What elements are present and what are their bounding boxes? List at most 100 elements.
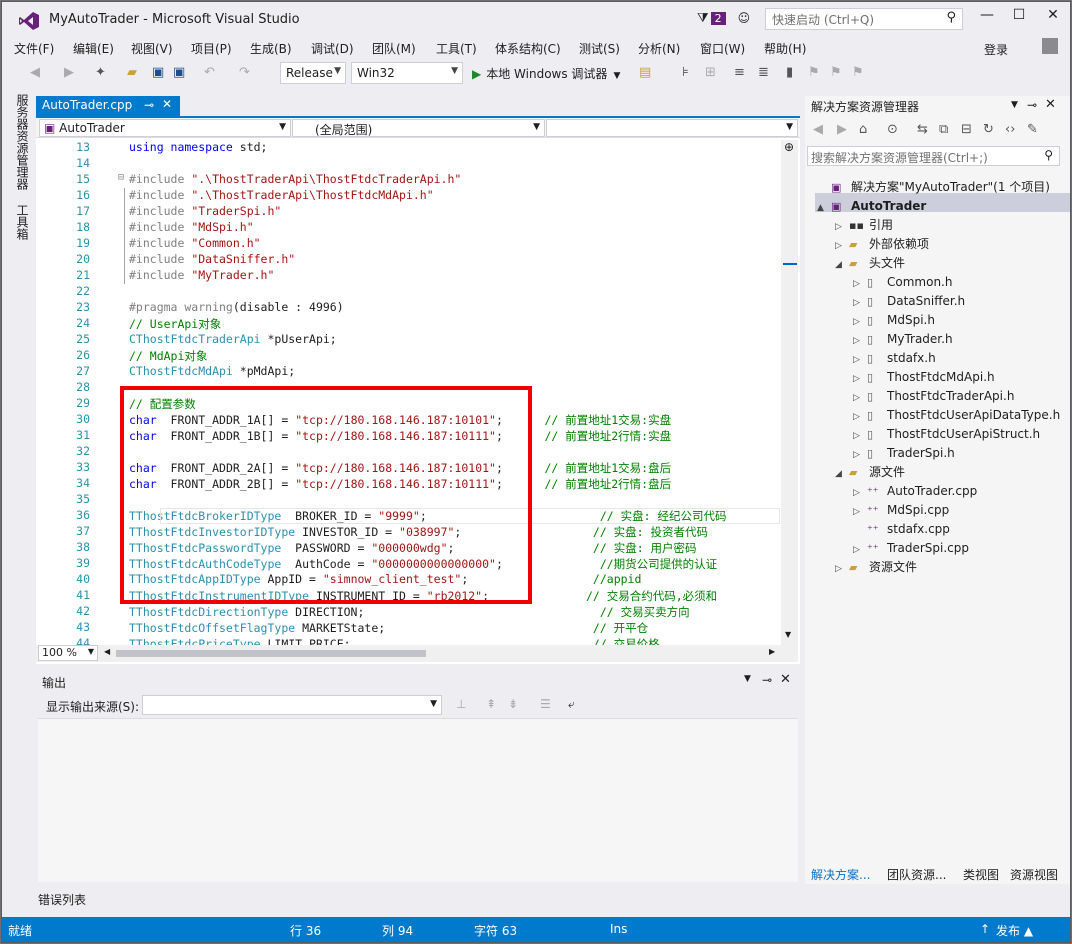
outline-icon[interactable]: ⊞ [705, 65, 716, 80]
tab-error-list[interactable]: 错误列表 [38, 891, 86, 908]
avatar[interactable] [1042, 38, 1058, 54]
menu-analyze[interactable]: 分析(N) [638, 40, 680, 57]
prev-bookmark-icon[interactable]: ⚑ [808, 65, 820, 80]
collapse-region-icon[interactable]: ⊟ [118, 172, 124, 183]
history-icon[interactable]: ⊙ [887, 122, 898, 137]
scroll-right-icon[interactable]: ▶ [769, 647, 775, 656]
code-line[interactable]: 27 CThostFtdcMdApi *pMdApi; [36, 364, 781, 380]
sign-in-link[interactable]: 登录 [984, 41, 1008, 58]
indent-icon[interactable]: ≡ [734, 65, 745, 80]
minimize-button[interactable]: — [970, 7, 1004, 29]
clear-bookmarks-icon[interactable]: ⚑ [852, 65, 864, 80]
home-icon[interactable]: ⌂ [859, 122, 867, 137]
code-line[interactable]: 16 #include ".\ThostTraderApi\ThostFtdcMd… [36, 188, 781, 204]
code-line[interactable]: 17 #include "TraderSpi.h" [36, 204, 781, 220]
code-line[interactable]: 20 #include "DataSniffer.h" [36, 252, 781, 268]
menu-help[interactable]: 帮助(H) [764, 40, 806, 57]
code-line[interactable]: 25 CThostFtdcTraderApi *pUserApi; [36, 332, 781, 348]
code-line[interactable]: 22 [36, 284, 781, 300]
menu-project[interactable]: 项目(P) [191, 40, 232, 57]
notification-flag[interactable]: ⧩ 2 ☺ [697, 11, 750, 26]
code-line[interactable]: 23 #pragma warning(disable : 4996) [36, 300, 781, 316]
menu-team[interactable]: 团队(M) [372, 40, 416, 57]
tree-item[interactable]: ▷ ▯ stdafx.h [853, 349, 936, 368]
scope-dropdown[interactable]: (全局范围) ▼ [292, 119, 545, 137]
tree-item[interactable]: ⁺⁺ stdafx.cpp [853, 520, 950, 539]
outdent-icon[interactable]: ≣ [758, 65, 769, 80]
code-line[interactable]: 44 TThostFtdcPriceType LIMIT_PRICE; // 交易… [36, 636, 781, 645]
tab-team-explorer[interactable]: 团队资源... [887, 866, 946, 883]
split-editor-icon[interactable]: ⊕ [784, 140, 794, 154]
code-line[interactable]: 18 #include "MdSpi.h" [36, 220, 781, 236]
forward-icon[interactable]: ▶ [837, 122, 847, 137]
collapse-all-icon[interactable]: ⧉ [939, 122, 948, 137]
expanded-arrow-icon[interactable]: ▲ [817, 199, 831, 218]
tree-item[interactable]: ◢ ▰ 源文件 [835, 463, 905, 482]
member-dropdown[interactable]: ▼ [546, 119, 798, 137]
output-source-select[interactable]: ▼ [142, 695, 442, 715]
show-all-files-icon[interactable]: ⊟ [961, 122, 972, 137]
tree-item[interactable]: ▷ ▯ MdSpi.h [853, 311, 935, 330]
menu-debug[interactable]: 调试(D) [311, 40, 354, 57]
tree-item[interactable]: ▷ ▯ ThostFtdcTraderApi.h [853, 387, 1014, 406]
tree-item[interactable]: ▷ ⁺⁺ AutoTrader.cpp [853, 482, 977, 501]
project-dropdown[interactable]: ▣ AutoTrader ▼ [39, 119, 291, 137]
new-project-icon[interactable]: ✦ [95, 65, 106, 80]
vertical-scrollbar[interactable]: ⊕ ▼ [781, 140, 798, 645]
quick-launch-input[interactable]: 快速启动 (Ctrl+Q) ⚲ [765, 8, 963, 30]
refresh-icon[interactable]: ↻ [983, 122, 994, 137]
code-line[interactable]: 24 // UserApi对象 [36, 316, 781, 332]
expanded-arrow-icon[interactable]: ◢ [835, 256, 849, 275]
properties-icon[interactable]: ✎ [1027, 122, 1038, 137]
bookmark-icon[interactable]: ▮ [786, 65, 793, 80]
tree-item[interactable]: ▷ ▪▪ 引用 [835, 216, 893, 235]
go-to-message-icon[interactable]: ⊥ [456, 697, 466, 711]
code-line[interactable]: 13 using namespace std; [36, 140, 781, 156]
panel-menu-icon[interactable]: ▼ [1011, 100, 1018, 110]
start-debugging-button[interactable]: ▶ 本地 Windows 调试器 ▼ [472, 65, 620, 82]
close-tab-icon[interactable]: ✕ [162, 97, 172, 111]
sync-icon[interactable]: ⇆ [917, 122, 928, 137]
feedback-icon[interactable]: ☺ [738, 11, 751, 25]
menu-edit[interactable]: 编辑(E) [73, 40, 114, 57]
pin-icon[interactable]: ⊸ [144, 98, 154, 112]
publish-button[interactable]: 发布 ▲ [996, 922, 1033, 939]
close-panel-icon[interactable]: ✕ [1045, 97, 1056, 112]
horizontal-scrollbar-thumb[interactable] [116, 650, 426, 657]
menu-architecture[interactable]: 体系结构(C) [495, 40, 561, 57]
tree-item[interactable]: ▷ ▰ 资源文件 [835, 558, 917, 577]
server-explorer-tab[interactable]: 服务器资源管理器 [14, 94, 31, 190]
previous-message-icon[interactable]: ⇞ [486, 697, 496, 711]
word-wrap-icon[interactable]: ⤶ [568, 697, 575, 712]
tree-item[interactable]: ▷ ▯ ThostFtdcMdApi.h [853, 368, 995, 387]
code-line[interactable]: 43 TThostFtdcOffsetFlagType MARKETState; … [36, 620, 781, 636]
redo-icon[interactable]: ↷ [239, 65, 250, 80]
toolbox-tab[interactable]: 工具箱 [14, 204, 31, 240]
maximize-button[interactable]: ☐ [1002, 7, 1036, 29]
navigate-forward-icon[interactable]: ▶ [64, 65, 74, 80]
expand-arrow-icon[interactable]: ▷ [835, 560, 849, 579]
tree-item[interactable]: ◢ ▰ 头文件 [835, 254, 905, 273]
tab-solution-explorer[interactable]: 解决方案... [811, 866, 870, 883]
find-in-files-icon[interactable]: ▤ [639, 65, 651, 80]
code-line[interactable]: 26 // MdApi对象 [36, 348, 781, 364]
back-icon[interactable]: ◀ [813, 122, 823, 137]
tree-item[interactable]: ▣ 解决方案"MyAutoTrader"(1 个项目) [817, 178, 1050, 197]
code-line[interactable]: 42 TThostFtdcDirectionType DIRECTION; // … [36, 604, 781, 620]
tree-item[interactable]: ▷ ⁺⁺ MdSpi.cpp [853, 501, 949, 520]
tree-item[interactable]: ▷ ▰ 外部依赖项 [835, 235, 929, 254]
next-bookmark-icon[interactable]: ⚑ [830, 65, 842, 80]
tab-autotrader-cpp[interactable]: AutoTrader.cpp ⊸ ✕ [36, 96, 180, 116]
code-line[interactable]: 21 #include "MyTrader.h" [36, 268, 781, 284]
toggle-comment-icon[interactable]: ⊧ [682, 65, 689, 80]
code-line[interactable]: 19 #include "Common.h" [36, 236, 781, 252]
undo-icon[interactable]: ↶ [204, 65, 215, 80]
menu-build[interactable]: 生成(B) [250, 40, 292, 57]
solution-config-select[interactable]: Release ▼ [280, 62, 346, 84]
code-line[interactable]: 15 ⊟ #include ".\ThostTraderApi\ThostFtdcT… [36, 172, 781, 188]
zoom-select[interactable]: 100 % ▼ [38, 645, 98, 661]
next-message-icon[interactable]: ⇟ [508, 697, 518, 711]
menu-view[interactable]: 视图(V) [131, 40, 173, 57]
pin-icon[interactable]: ⊸ [762, 673, 772, 687]
menu-tools[interactable]: 工具(T) [436, 40, 477, 57]
